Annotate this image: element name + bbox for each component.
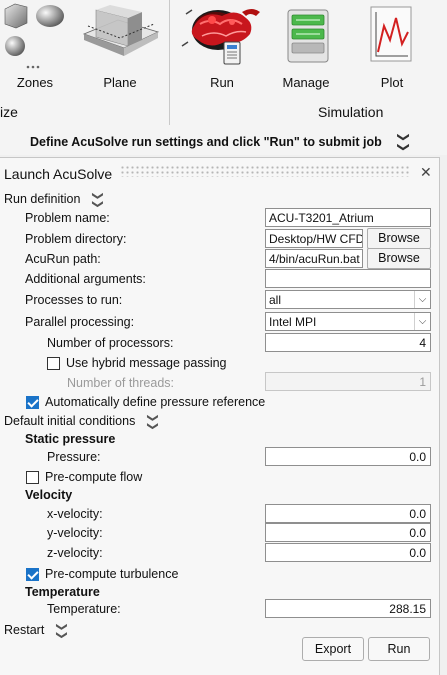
initial-conditions-label: Default initial conditions [4, 414, 136, 428]
chevron-down-icon: ⌵ [414, 313, 430, 330]
ribbon-group-label-left: ize [0, 104, 18, 120]
temperature-label: Temperature: [47, 602, 121, 616]
precompute-flow-checkbox[interactable] [26, 471, 39, 484]
x-velocity-input[interactable]: 0.0 [265, 504, 431, 523]
additional-arguments-label: Additional arguments: [25, 272, 146, 286]
acurun-path-browse-button[interactable]: Browse [367, 248, 431, 269]
precompute-turbulence-checkbox[interactable] [26, 568, 39, 581]
temperature-heading: Temperature [25, 585, 100, 599]
number-of-processors-label: Number of processors: [47, 336, 174, 350]
manage-icon [286, 8, 330, 67]
velocity-heading: Velocity [25, 488, 73, 502]
y-velocity-input[interactable]: 0.0 [265, 523, 431, 542]
plot-label: Plot [380, 75, 404, 90]
export-button[interactable]: Export [302, 637, 364, 661]
problem-directory-input[interactable]: Desktop/HW CFD [265, 229, 363, 248]
plane-icon [80, 4, 160, 69]
number-of-threads-label: Number of threads: [67, 376, 174, 390]
run-definition-header[interactable]: Run definition ❯❯ [4, 191, 106, 208]
plot-tool[interactable]: Plot [356, 0, 428, 95]
run-tool[interactable]: Run [178, 0, 266, 95]
plot-icon [368, 4, 416, 69]
auto-pressure-reference-checkbox[interactable] [26, 396, 39, 409]
chevron-up-icon: ❯❯ [146, 413, 159, 430]
precompute-flow-label: Pre-compute flow [45, 470, 143, 484]
instruction-text: Define AcuSolve run settings and click "… [30, 135, 382, 149]
chevron-down-icon[interactable]: ❯❯ [397, 132, 411, 152]
parallel-processing-label: Parallel processing: [25, 315, 135, 329]
chevron-down-icon: ⌵ [414, 291, 430, 308]
pressure-label: Pressure: [47, 450, 101, 464]
problem-directory-label: Problem directory: [25, 232, 127, 246]
drag-handle[interactable] [120, 165, 410, 177]
run-icon [180, 2, 266, 69]
ribbon-separator [169, 0, 170, 125]
problem-name-label: Problem name: [25, 211, 110, 225]
z-velocity-label: z-velocity: [47, 546, 103, 560]
manage-tool[interactable]: Manage [270, 0, 342, 95]
parallel-processing-select[interactable]: Intel MPI ⌵ [265, 312, 431, 331]
chevron-down-icon: ❯❯ [55, 622, 68, 639]
run-definition-label: Run definition [4, 192, 81, 206]
restart-header[interactable]: Restart ❯❯ [4, 622, 70, 639]
processes-to-run-value: all [269, 293, 282, 307]
chevron-up-icon: ❯❯ [91, 191, 104, 208]
x-velocity-label: x-velocity: [47, 507, 103, 521]
plane-label: Plane [103, 75, 137, 90]
parallel-processing-value: Intel MPI [269, 315, 317, 329]
auto-pressure-reference-label: Automatically define pressure reference [45, 395, 266, 409]
additional-arguments-input[interactable] [265, 269, 431, 288]
z-velocity-input[interactable]: 0.0 [265, 543, 431, 562]
hybrid-message-passing-label: Use hybrid message passing [66, 356, 227, 370]
ribbon-group-label-simulation: Simulation [318, 104, 384, 120]
processes-to-run-label: Processes to run: [25, 293, 123, 307]
static-pressure-heading: Static pressure [25, 432, 116, 446]
launch-acusolve-panel: Launch AcuSolve ✕ Run definition ❯❯ Prob… [0, 157, 440, 675]
zones-label: Zones [16, 75, 54, 90]
acurun-path-label: AcuRun path: [25, 252, 101, 266]
zones-icon [0, 0, 70, 72]
number-of-processors-input[interactable]: 4 [265, 333, 431, 352]
temperature-input[interactable]: 288.15 [265, 599, 431, 618]
restart-label: Restart [4, 623, 45, 637]
acurun-path-input[interactable]: 4/bin/acuRun.bat [265, 249, 363, 268]
manage-label: Manage [282, 75, 330, 90]
initial-conditions-header[interactable]: Default initial conditions ❯❯ [4, 413, 161, 430]
panel-title: Launch AcuSolve [4, 166, 113, 182]
y-velocity-label: y-velocity: [47, 526, 103, 540]
hybrid-message-passing-checkbox[interactable] [47, 357, 60, 370]
run-label: Run [210, 75, 234, 90]
number-of-threads-input[interactable]: 1 [265, 372, 431, 391]
pressure-input[interactable]: 0.0 [265, 447, 431, 466]
precompute-turbulence-label: Pre-compute turbulence [45, 567, 179, 581]
processes-to-run-select[interactable]: all ⌵ [265, 290, 431, 309]
zones-tool[interactable]: Zones [0, 0, 64, 95]
run-button[interactable]: Run [368, 637, 430, 661]
problem-directory-browse-button[interactable]: Browse [367, 228, 431, 249]
instruction-banner: Define AcuSolve run settings and click "… [0, 130, 447, 155]
close-icon[interactable]: ✕ [420, 164, 432, 181]
plane-tool[interactable]: Plane [75, 0, 165, 95]
ribbon-toolbar: Zones Plane Run Manage Plot ize Simulati… [0, 0, 447, 130]
problem-name-input[interactable]: ACU-T3201_Atrium [265, 208, 431, 227]
